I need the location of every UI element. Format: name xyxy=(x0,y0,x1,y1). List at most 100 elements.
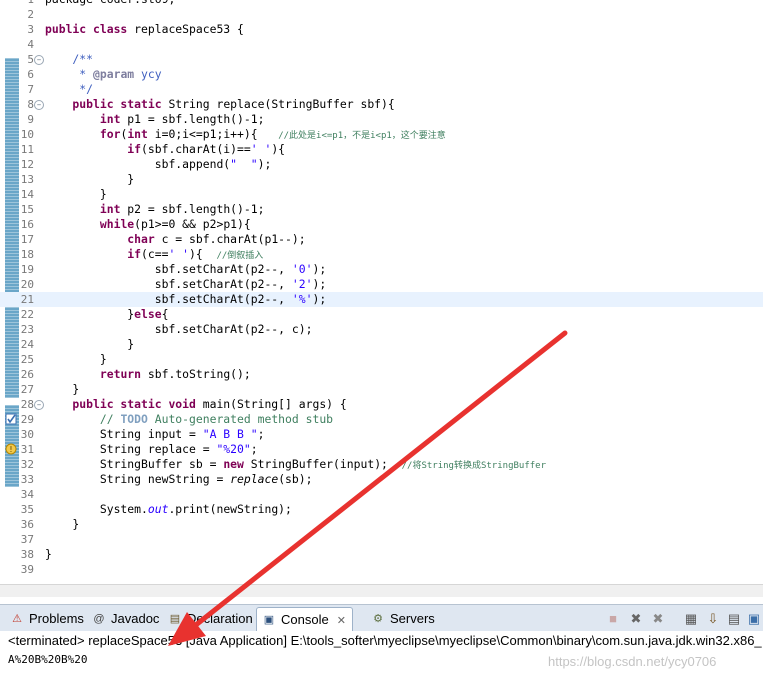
code-line[interactable]: 11 if(sbf.charAt(i)==' '){ xyxy=(0,142,763,157)
code-token: int xyxy=(99,202,121,216)
console-status: <terminated> replaceSpace53 [Java Applic… xyxy=(8,633,762,648)
code-text: int p1 = sbf.length()-1; xyxy=(45,112,265,127)
code-line[interactable]: 14 } xyxy=(0,187,763,202)
code-line[interactable]: 18 if(c==' '){ //倒叙插入 xyxy=(0,247,763,262)
code-token: sbf.setCharAt(p2--, xyxy=(45,292,292,306)
code-token: public class xyxy=(45,22,135,36)
tab-console[interactable]: ▣ Console ✕ xyxy=(256,607,353,632)
code-token: StringBuffer(input); xyxy=(243,457,402,471)
remove-all-icon[interactable]: ✖ xyxy=(650,611,666,627)
code-line[interactable]: 15 int p2 = sbf.length()-1; xyxy=(0,202,763,217)
code-text: int p2 = sbf.length()-1; xyxy=(45,202,265,217)
code-line[interactable]: 37 xyxy=(0,532,763,547)
code-token: int xyxy=(127,127,148,141)
close-tab-icon[interactable]: ✕ xyxy=(337,615,346,627)
remove-launch-icon[interactable]: ✖ xyxy=(628,611,644,627)
tab-label: Declaration xyxy=(187,611,253,626)
tab-javadoc[interactable]: @ Javadoc xyxy=(87,607,165,631)
code-line[interactable]: 22 }else{ xyxy=(0,307,763,322)
code-token: */ xyxy=(45,82,94,96)
console-output[interactable]: A%20B%20B%20 xyxy=(8,653,87,666)
code-line[interactable]: 24 } xyxy=(0,337,763,352)
code-line[interactable]: 8− public static String replace(StringBu… xyxy=(0,97,763,112)
fold-toggle-icon[interactable]: − xyxy=(34,100,44,110)
code-editor[interactable]: 1package coder.sto9;23public class repla… xyxy=(0,0,763,584)
code-text: return sbf.toString(); xyxy=(45,367,251,382)
code-line[interactable]: 1 package coder.sto9; xyxy=(0,0,763,7)
code-line[interactable]: 34 xyxy=(0,487,763,502)
code-line[interactable]: 36 } xyxy=(0,517,763,532)
code-token: ' ' xyxy=(250,142,272,156)
terminate-icon[interactable]: ■ xyxy=(605,611,621,627)
code-text: /** xyxy=(45,52,93,67)
code-line[interactable]: 12 sbf.append(" "); xyxy=(0,157,763,172)
line-number: 24 xyxy=(20,338,34,351)
code-token: String replace(StringBuffer sbf){ xyxy=(168,97,395,111)
pin-console-icon[interactable]: ▤ xyxy=(726,611,742,627)
console-view[interactable]: <terminated> replaceSpace53 [Java Applic… xyxy=(0,631,763,681)
line-number: 1 xyxy=(14,0,34,7)
tab-declaration[interactable]: ▤ Declaration xyxy=(163,607,259,631)
code-line[interactable]: 19 sbf.setCharAt(p2--, '0'); xyxy=(0,262,763,277)
clear-console-icon[interactable]: ▦ xyxy=(683,611,699,627)
code-line[interactable]: 30 String input = "A B B "; xyxy=(0,427,763,442)
watermark: https://blog.csdn.net/ycy0706 xyxy=(548,654,717,669)
code-line[interactable]: 31! String replace = "%20"; xyxy=(0,442,763,457)
code-token: * xyxy=(45,67,94,81)
line-number: 12 xyxy=(20,158,34,171)
code-token: public static xyxy=(45,97,169,111)
line-number: 25 xyxy=(20,353,34,366)
line-number: 19 xyxy=(20,263,34,276)
code-line[interactable]: 35 System.out.print(newString); xyxy=(0,502,763,517)
display-console-icon[interactable]: ▣ xyxy=(746,611,762,627)
code-line[interactable]: 3 public class replaceSpace53 { xyxy=(0,22,763,37)
line-number: 27 xyxy=(20,383,34,396)
code-line[interactable]: 5− /** xyxy=(0,52,763,67)
code-text: } xyxy=(45,187,107,202)
code-line[interactable]: 23 sbf.setCharAt(p2--, c); xyxy=(0,322,763,337)
line-number: 29 xyxy=(20,413,34,426)
code-line[interactable]: 2 xyxy=(0,7,763,22)
code-line[interactable]: 38} xyxy=(0,547,763,562)
code-line[interactable]: 17 char c = sbf.charAt(p1--); xyxy=(0,232,763,247)
code-token: } xyxy=(45,187,107,201)
code-line[interactable]: 13 } xyxy=(0,172,763,187)
code-line[interactable]: 25 } xyxy=(0,352,763,367)
line-number: 16 xyxy=(20,218,34,231)
horizontal-scrollbar[interactable] xyxy=(0,584,763,597)
code-line[interactable]: 20 sbf.setCharAt(p2--, '2'); xyxy=(0,277,763,292)
code-line[interactable]: 6 * @param ycy xyxy=(0,67,763,82)
code-line[interactable]: 16 while(p1>=0 && p2>p1){ xyxy=(0,217,763,232)
code-text: String newString = replace(sb); xyxy=(45,472,313,487)
code-token: } xyxy=(45,547,52,561)
fold-toggle-icon[interactable]: − xyxy=(34,400,44,410)
code-line[interactable]: 33 String newString = replace(sb); xyxy=(0,472,763,487)
task-marker-icon xyxy=(5,413,17,425)
fold-toggle-icon[interactable]: − xyxy=(34,55,44,65)
code-line[interactable]: 10 for(int i=0;i<=p1;i++){ //此处是i<=p1，不是… xyxy=(0,127,763,142)
line-number: 22 xyxy=(20,308,34,321)
code-line[interactable]: 29 // TODO Auto-generated method stub xyxy=(0,412,763,427)
code-token: ; xyxy=(250,442,258,456)
code-line[interactable]: 21 sbf.setCharAt(p2--, '%'); xyxy=(0,292,763,307)
code-token: char xyxy=(127,232,155,246)
line-number: 20 xyxy=(20,278,34,291)
code-line[interactable]: 4 xyxy=(0,37,763,52)
line-number: 18 xyxy=(20,248,34,261)
code-token: ); xyxy=(312,262,327,276)
line-number: 26 xyxy=(20,368,34,381)
tab-servers[interactable]: ⚙ Servers xyxy=(366,607,441,631)
code-line[interactable]: 26 return sbf.toString(); xyxy=(0,367,763,382)
code-line[interactable]: 27 } xyxy=(0,382,763,397)
line-number: 7 xyxy=(27,83,34,96)
code-line[interactable]: 9 int p1 = sbf.length()-1; xyxy=(0,112,763,127)
tab-label: Servers xyxy=(390,611,435,626)
tab-problems[interactable]: ⚠ Problems xyxy=(5,607,90,631)
code-token: { xyxy=(161,307,169,321)
scroll-lock-icon[interactable]: ⇩ xyxy=(705,611,721,627)
code-line[interactable]: 39 xyxy=(0,562,763,577)
code-line[interactable]: 28− public static void main(String[] arg… xyxy=(0,397,763,412)
code-line[interactable]: 7 */ xyxy=(0,82,763,97)
code-token: ){ xyxy=(271,142,286,156)
code-line[interactable]: 32 StringBuffer sb = new StringBuffer(in… xyxy=(0,457,763,472)
